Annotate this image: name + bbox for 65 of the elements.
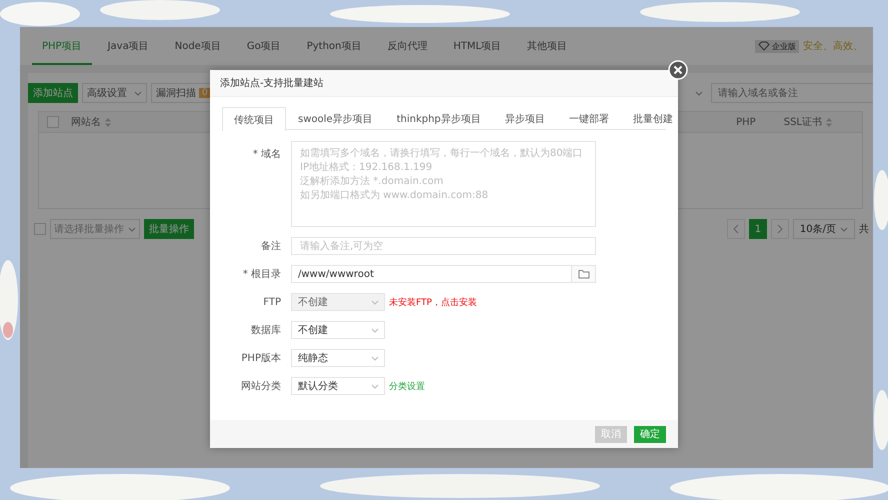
project-type-tab[interactable]: swoole异步项目: [286, 107, 385, 130]
folder-icon: [578, 269, 590, 279]
confirm-button[interactable]: 确定: [634, 426, 666, 442]
edition-slogan: 安全、高效、: [803, 40, 863, 53]
edition-badge[interactable]: 企业版: [755, 40, 799, 52]
project-type-tab[interactable]: 一键部署: [556, 107, 621, 130]
batch-button[interactable]: 批量操作: [144, 219, 194, 239]
browse-button[interactable]: [571, 265, 596, 283]
project-tab[interactable]: HTML项目: [443, 27, 512, 65]
count-badge: 0: [199, 88, 211, 98]
close-icon[interactable]: [668, 60, 688, 80]
caret-icon: [371, 384, 379, 388]
edition-label: 企业版: [772, 40, 796, 52]
field-label: * 域名: [252, 148, 281, 161]
column-header[interactable]: PHP: [736, 116, 756, 128]
row-checkbox[interactable]: [34, 223, 46, 235]
total-count: 共: [859, 222, 869, 236]
next-page-button[interactable]: [770, 219, 789, 239]
sort-icon: [105, 118, 111, 126]
field-label: 数据库: [250, 324, 281, 337]
input-field[interactable]: 请输入备注,可为空: [291, 237, 596, 255]
caret-icon: [840, 226, 848, 232]
path-field[interactable]: /www/wwwroot: [291, 265, 571, 283]
field-label: * 根目录: [242, 268, 281, 281]
chevron-left-icon: [732, 224, 739, 234]
project-tab[interactable]: Java项目: [98, 27, 159, 65]
sort-icon: [826, 118, 832, 126]
search-field[interactable]: 请输入域名或备注: [711, 83, 873, 103]
select-field[interactable]: 默认分类: [291, 377, 385, 395]
column-header[interactable]: SSL证书: [784, 115, 832, 129]
field-label: 备注: [260, 240, 281, 253]
field-label: PHP版本: [240, 352, 281, 365]
page-button[interactable]: 1: [748, 219, 767, 239]
settings-dropdown[interactable]: 高级设置: [82, 83, 147, 103]
caret-icon: [371, 300, 379, 304]
select-field[interactable]: 不创建: [291, 321, 385, 339]
project-tab[interactable]: 其他项目: [517, 27, 578, 65]
category-link[interactable]: 分类设置: [389, 380, 425, 392]
field-label: 网站分类: [240, 380, 281, 393]
project-type-tab[interactable]: 批量创建: [620, 107, 685, 130]
project-type-tab[interactable]: thinkphp异步项目: [384, 107, 493, 130]
select-field[interactable]: 纯静态: [291, 349, 385, 367]
field-label: FTP: [262, 296, 281, 308]
project-tab[interactable]: Python项目: [296, 27, 372, 65]
project-type-tab[interactable]: 异步项目: [492, 107, 557, 130]
caret-icon: [134, 90, 142, 96]
caret-icon: [371, 356, 379, 360]
caret-icon: [128, 226, 136, 232]
previous-page-button[interactable]: [726, 219, 745, 239]
project-tab[interactable]: Node项目: [164, 27, 231, 65]
diamond-icon: [758, 41, 770, 51]
batch-select[interactable]: 请选择批量操作: [50, 219, 140, 239]
project-type-tab[interactable]: 传统项目: [222, 107, 286, 131]
dialog-title: 添加站点-支持批量建站: [220, 76, 324, 90]
caret-icon: [371, 328, 379, 332]
select-all-checkbox[interactable]: [47, 116, 59, 128]
add-site-button[interactable]: 添加站点: [28, 83, 78, 103]
column-header[interactable]: 网站名: [71, 115, 111, 129]
project-tab[interactable]: 反向代理: [377, 27, 438, 65]
domain-field[interactable]: 如需填写多个域名，请换行填写，每行一个域名，默认为80端口 IP地址格式：192.168.1.199 泛解析添加方法 *.domain.com 如另加端口格式为 www.domain.com:88: [291, 141, 596, 227]
page-size-select[interactable]: 10条/页: [792, 219, 855, 239]
chevron-right-icon: [776, 224, 783, 234]
project-tab[interactable]: Go项目: [236, 27, 291, 65]
caret-icon: [695, 90, 703, 96]
project-tab[interactable]: PHP项目: [32, 27, 92, 65]
